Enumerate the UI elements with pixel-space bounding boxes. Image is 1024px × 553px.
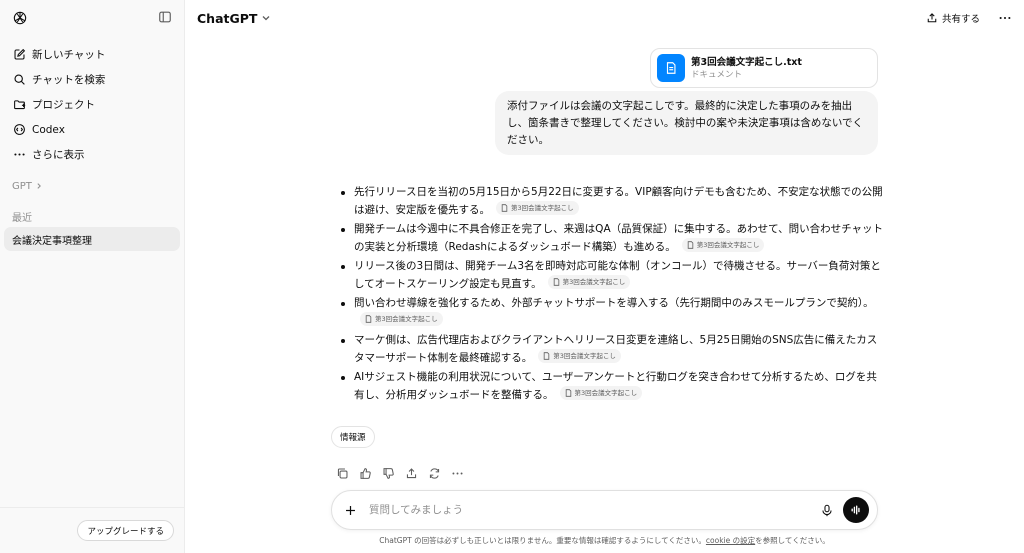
upgrade-button[interactable]: アップグレードする bbox=[77, 520, 174, 541]
list-item: 問い合わせ導線を強化するため、外部チャットサポートを導入する（先行期間中のみスモ… bbox=[334, 294, 884, 330]
header-actions: 共有する bbox=[926, 11, 1012, 25]
model-selector[interactable]: ChatGPT bbox=[197, 11, 271, 26]
compose-icon bbox=[12, 48, 26, 62]
share-button[interactable]: 共有する bbox=[926, 11, 980, 25]
chevron-right-icon bbox=[35, 182, 43, 190]
header: ChatGPT 共有する bbox=[185, 0, 1024, 36]
sidebar-section-recent: 最近 bbox=[12, 212, 32, 224]
citation-chip[interactable]: 第3回会議文字起こし bbox=[495, 201, 579, 215]
document-icon bbox=[657, 54, 685, 82]
sidebar-item-label: さらに表示 bbox=[32, 149, 85, 161]
file-icon bbox=[553, 278, 560, 286]
sources-button[interactable]: 情報源 bbox=[331, 426, 375, 448]
citation-chip[interactable]: 第3回会議文字起こし bbox=[360, 312, 443, 326]
attachment-type: ドキュメント bbox=[691, 69, 743, 80]
more-options-icon[interactable] bbox=[446, 464, 469, 482]
plus-icon[interactable] bbox=[344, 504, 357, 517]
list-item: 開発チームは今週中に不具合修正を完了し、来週はQA（品質保証）に集中する。あわせ… bbox=[334, 220, 884, 256]
sidebar-item-more[interactable]: さらに表示 bbox=[0, 142, 184, 167]
more-horizontal-icon bbox=[12, 148, 26, 162]
sidebar-item-label: Codex bbox=[32, 123, 65, 136]
message-actions bbox=[331, 464, 469, 482]
thumbs-up-icon[interactable] bbox=[354, 464, 377, 482]
sidebar-item-label: プロジェクト bbox=[32, 99, 95, 111]
sidebar-chat-item[interactable]: 会議決定事項整理 bbox=[4, 227, 180, 251]
sidebar-item-codex[interactable]: Codex bbox=[0, 117, 184, 142]
sidebar-top bbox=[0, 0, 184, 36]
sidebar-bottom: アップグレードする bbox=[0, 507, 185, 553]
microphone-icon[interactable] bbox=[821, 504, 833, 517]
file-icon bbox=[687, 241, 694, 249]
sidebar-item-projects[interactable]: プロジェクト bbox=[0, 92, 184, 117]
share-label: 共有する bbox=[941, 14, 980, 25]
list-item: 先行リリース日を当初の5月15日から5月22日に変更する。VIP顧客向けデモも含… bbox=[334, 183, 884, 219]
composer bbox=[331, 490, 878, 530]
sidebar-toggle-icon[interactable] bbox=[158, 9, 172, 28]
sidebar-section-gpt[interactable]: GPT bbox=[0, 175, 184, 197]
copy-icon[interactable] bbox=[331, 464, 354, 482]
list-item: AIサジェスト機能の利用状況について、ユーザーアンケートと行動ログを突き合わせて… bbox=[334, 368, 884, 404]
cookie-settings-link[interactable]: cookie の設定 bbox=[706, 536, 755, 545]
thumbs-down-icon[interactable] bbox=[377, 464, 400, 482]
file-icon bbox=[501, 204, 508, 212]
search-icon bbox=[12, 73, 26, 87]
openai-logo-icon[interactable] bbox=[12, 10, 28, 26]
citation-chip[interactable]: 第3回会議文字起こし bbox=[681, 238, 765, 252]
file-icon bbox=[365, 315, 372, 323]
regenerate-icon[interactable] bbox=[423, 464, 446, 482]
attachment-name: 第3回会議文字起こし.txt bbox=[691, 56, 802, 68]
list-item: マーケ側は、広告代理店およびクライアントへリリース日変更を連絡し、5月25日開始… bbox=[334, 331, 884, 367]
citation-chip[interactable]: 第3回会議文字起こし bbox=[538, 349, 621, 363]
sidebar-item-search[interactable]: チャットを検索 bbox=[0, 67, 184, 92]
user-message: 添付ファイルは会議の文字起こしです。最終的に決定した事項のみを抽出し、箇条書きで… bbox=[495, 91, 878, 155]
attachment-card[interactable]: 第3回会議文字起こし.txt ドキュメント bbox=[650, 48, 878, 88]
file-icon bbox=[543, 352, 550, 360]
folder-icon bbox=[12, 98, 26, 112]
chevron-down-icon bbox=[261, 13, 271, 23]
prompt-input[interactable] bbox=[369, 504, 821, 516]
share-icon[interactable] bbox=[400, 464, 423, 482]
sidebar-item-label: チャットを検索 bbox=[32, 74, 106, 86]
disclaimer: ChatGPT の回答は必ずしも正しいとは限りません。重要な情報は確認するように… bbox=[379, 536, 830, 545]
citation-chip[interactable]: 第3回会議文字起こし bbox=[547, 275, 631, 289]
sidebar-item-new-chat[interactable]: 新しいチャット bbox=[0, 42, 184, 67]
more-options-icon[interactable] bbox=[998, 11, 1012, 25]
sidebar: 新しいチャット チャットを検索 プロジェクト Codex さらに表示 GPT 最… bbox=[0, 0, 185, 553]
voice-wave-icon bbox=[851, 505, 860, 515]
gpt-label: GPT bbox=[12, 180, 32, 192]
voice-mode-button[interactable] bbox=[843, 497, 869, 523]
citation-chip[interactable]: 第3回会議文字起こし bbox=[559, 386, 643, 400]
assistant-message: 先行リリース日を当初の5月15日から5月22日に変更する。VIP顧客向けデモも含… bbox=[334, 183, 884, 405]
codex-icon bbox=[12, 123, 26, 137]
sidebar-item-label: 新しいチャット bbox=[32, 49, 106, 61]
list-item: リリース後の3日間は、開発チーム3名を即時対応可能な体制（オンコール）で待機させ… bbox=[334, 257, 884, 293]
model-name: ChatGPT bbox=[197, 10, 258, 26]
file-icon bbox=[565, 389, 572, 397]
share-icon bbox=[926, 12, 938, 24]
answer-list: 先行リリース日を当初の5月15日から5月22日に変更する。VIP顧客向けデモも含… bbox=[334, 183, 884, 404]
attachment-info: 第3回会議文字起こし.txt ドキュメント bbox=[691, 56, 802, 81]
